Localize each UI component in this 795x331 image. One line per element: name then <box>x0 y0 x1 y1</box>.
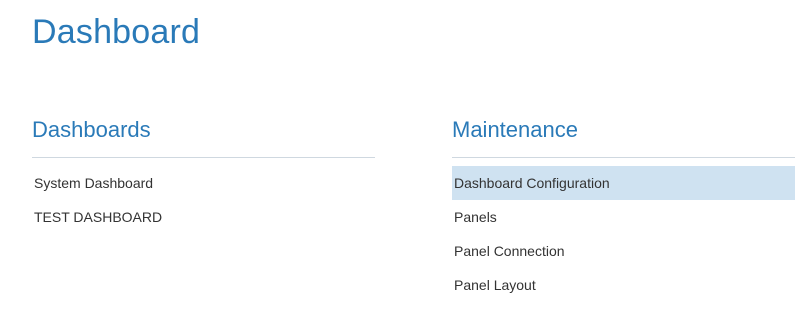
dashboard-link-system-dashboard[interactable]: System Dashboard <box>32 166 375 200</box>
maintenance-link-panel-layout[interactable]: Panel Layout <box>452 268 795 302</box>
dashboards-list: System Dashboard TEST DASHBOARD <box>32 166 375 234</box>
dashboards-section: Dashboards System Dashboard TEST DASHBOA… <box>32 113 375 234</box>
maintenance-link-panels[interactable]: Panels <box>452 200 795 234</box>
maintenance-heading: Maintenance <box>452 113 795 158</box>
page-title: Dashboard <box>32 13 201 51</box>
maintenance-link-dashboard-configuration[interactable]: Dashboard Configuration <box>452 166 795 200</box>
maintenance-list: Dashboard Configuration Panels Panel Con… <box>452 166 795 302</box>
maintenance-link-panel-connection[interactable]: Panel Connection <box>452 234 795 268</box>
maintenance-section: Maintenance Dashboard Configuration Pane… <box>452 113 795 302</box>
dashboard-link-test-dashboard[interactable]: TEST DASHBOARD <box>32 200 375 234</box>
dashboards-heading: Dashboards <box>32 113 375 158</box>
